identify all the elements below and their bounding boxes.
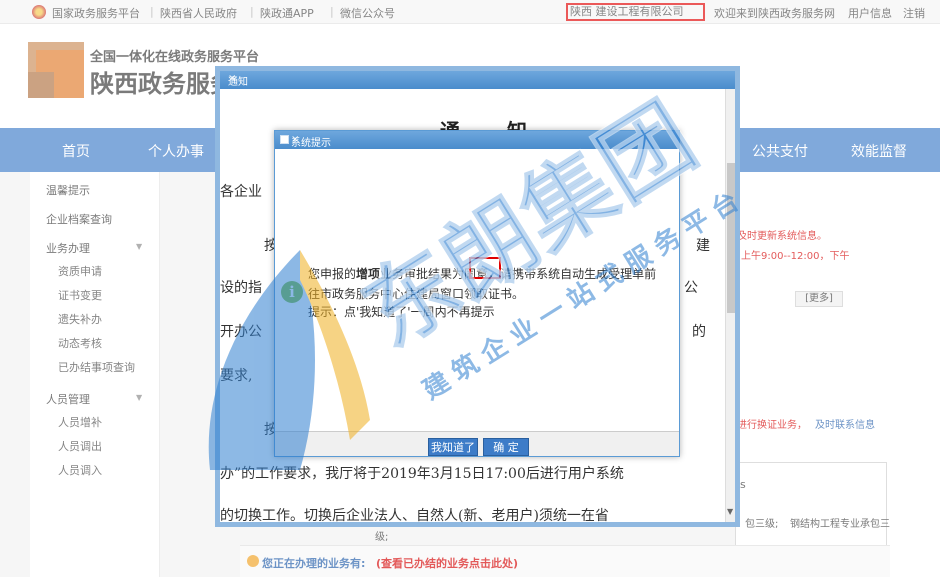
notice-text: 的 (692, 324, 706, 340)
window-icon (280, 135, 289, 144)
notice-text: 设的指 (220, 280, 262, 296)
notice-text: 办”的工作要求，我厅将于2019年3月15日17:00后进行用户系统 (220, 466, 624, 482)
scrollbar-thumb[interactable] (727, 163, 735, 313)
system-prompt-dialog: 系统提示 × i 您申报的增项业务审批结果为同意，请携带系统自动生成受理单前 往… (274, 130, 680, 457)
dialog-message-line2: 往市政务服务中心住建局窗口领取证书。 (308, 287, 525, 301)
notice-text: 要求, (220, 368, 253, 384)
notice-scrollbar[interactable]: ▼ (725, 89, 735, 522)
info-icon: i (281, 281, 303, 303)
confirm-button[interactable]: 确 定 (483, 438, 529, 456)
notice-text: 的切换工作。切换后企业法人、自然人(新、老用户)须统一在省 (220, 508, 609, 524)
dialog-hint: 提示：点'我知道了'一周内不再提示 (308, 305, 495, 319)
dialog-titlebar: 系统提示 × (275, 131, 679, 149)
chevron-down-icon[interactable]: ▼ (727, 507, 733, 516)
notice-text: 开办公 (220, 324, 262, 340)
close-icon[interactable]: × (291, 134, 299, 145)
got-it-button[interactable]: 我知道了 (428, 438, 478, 456)
approval-highlight (469, 257, 501, 279)
notice-text: 建 (696, 238, 710, 254)
close-icon[interactable]: × (228, 73, 236, 84)
notice-titlebar: 通知 × (220, 71, 735, 89)
notice-text: 公 (684, 280, 698, 296)
notice-text: 各企业 (220, 184, 262, 200)
